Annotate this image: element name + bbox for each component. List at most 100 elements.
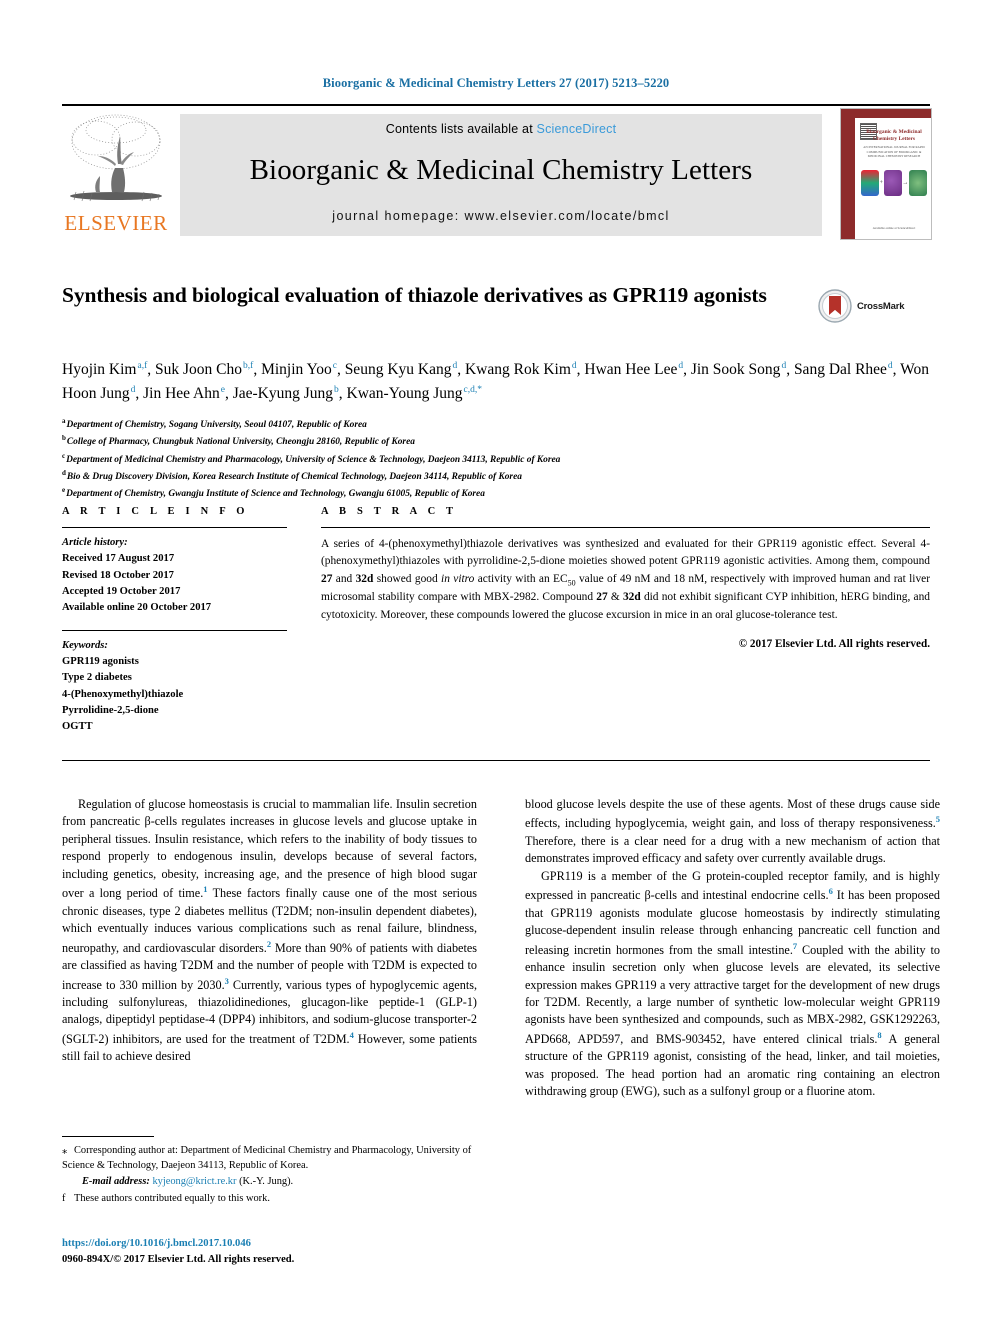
journal-article-page: Bioorganic & Medicinal Chemistry Letters… — [0, 0, 992, 1323]
email-owner: (K.-Y. Jung). — [239, 1176, 294, 1188]
body-paragraph: blood glucose levels despite the use of … — [525, 797, 940, 866]
crossmark-label: CrossMark — [857, 300, 905, 312]
footnote-rule — [62, 1136, 154, 1137]
crossmark-badge[interactable]: CrossMark — [818, 286, 930, 326]
article-history-block: Article history: Received 17 August 2017… — [62, 528, 287, 617]
author-name[interactable]: Minjin Yoo — [261, 361, 332, 378]
title-area: Synthesis and biological evaluation of t… — [62, 282, 930, 323]
cover-footer-text: Available online at ScienceDirect — [872, 225, 916, 230]
contents-prefix: Contents lists available at — [385, 122, 537, 136]
author-name[interactable]: Hyojin Kim — [62, 361, 137, 378]
affiliation-marker: b — [62, 434, 66, 443]
body-column-left: Regulation of glucose homeostasis is cru… — [62, 796, 477, 1101]
cover-art-plus-1: + — [879, 180, 884, 186]
cover-art-blob-middle — [883, 170, 902, 196]
keywords-block: Keywords: GPR119 agonists Type 2 diabetes… — [62, 631, 287, 736]
author-name[interactable]: Jae-Kyung Jung — [233, 385, 333, 402]
author-name[interactable]: Suk Joon Cho — [155, 361, 242, 378]
cover-art-blob-right — [908, 170, 927, 196]
body-column-right: blood glucose levels despite the use of … — [525, 796, 940, 1101]
sciencedirect-link[interactable]: ScienceDirect — [537, 122, 617, 136]
cover-subtitle: AN INTERNATIONAL JOURNAL FOR RAPID COMMU… — [863, 145, 925, 159]
affiliation-marker: c — [62, 451, 66, 460]
journal-cover-thumbnail[interactable]: Bioorganic & Medicinal Chemistry Letters… — [840, 108, 932, 240]
keyword-item: OGTT — [62, 721, 93, 733]
affiliation-item: bCollege of Pharmacy, Chungbuk National … — [62, 434, 415, 448]
article-history-item: Revised 18 October 2017 — [62, 569, 174, 581]
author-name[interactable]: Jin Sook Song — [691, 361, 781, 378]
affiliation-item: dBio & Drug Discovery Division, Korea Re… — [62, 469, 522, 483]
article-history-items: Received 17 August 2017 Revised 18 Octobe… — [62, 551, 287, 616]
author-affiliation-marker: a,f — [137, 360, 148, 371]
abstract-copyright: © 2017 Elsevier Ltd. All rights reserved… — [738, 638, 930, 651]
article-history-item: Accepted 19 October 2017 — [62, 585, 181, 597]
banner-grey-box: Contents lists available at ScienceDirec… — [180, 114, 822, 236]
affiliation-marker: d — [62, 469, 66, 478]
author-name[interactable]: Kwang Rok Kim — [465, 361, 571, 378]
keyword-item: 4-(Phenoxymethyl)thiazole — [62, 688, 184, 700]
affiliation-item: aDepartment of Chemistry, Sogang Univers… — [62, 417, 367, 431]
doi-block: https://doi.org/10.1016/j.bmcl.2017.10.0… — [62, 1236, 482, 1268]
page-title: Synthesis and biological evaluation of t… — [62, 283, 767, 307]
author-name[interactable]: Jin Hee Ahn — [143, 385, 220, 402]
body-paragraph: GPR119 is a member of the G protein-coup… — [525, 868, 940, 1099]
cover-art-plus-2: → — [902, 180, 909, 186]
corresponding-author-text: Corresponding author at: Department of M… — [62, 1145, 472, 1172]
corresponding-author-note: ⁎ Corresponding author at: Department of … — [62, 1143, 477, 1173]
author-affiliation-marker: c — [332, 360, 337, 371]
article-info-heading: A R T I C L E I N F O — [62, 506, 249, 517]
author-affiliation-marker: e — [220, 384, 225, 395]
cover-left-bar — [841, 109, 855, 239]
author-name[interactable]: Seung Kyu Kang — [345, 361, 452, 378]
body-columns: Regulation of glucose homeostasis is cru… — [62, 796, 940, 1101]
author-name[interactable]: Sang Dal Rhee — [794, 361, 887, 378]
cover-artwork: + → — [861, 167, 927, 199]
abstract-text: A series of 4-(phenoxymethyl)thiazole de… — [321, 538, 931, 621]
affiliation-item: cDepartment of Medicinal Chemistry and P… — [62, 451, 561, 465]
article-history-item: Received 17 August 2017 — [62, 553, 175, 565]
article-info-column: A R T I C L E I N F O Article history: R… — [62, 506, 287, 735]
author-affiliation-marker: d — [887, 360, 893, 371]
contents-lists-line: Contents lists available at ScienceDirec… — [386, 122, 617, 136]
affiliation-marker: a — [62, 417, 66, 425]
keywords-items: GPR119 agonists Type 2 diabetes 4-(Phenoxy… — [62, 654, 287, 736]
author-affiliation-marker: b,f — [243, 360, 254, 371]
doi-link[interactable]: https://doi.org/10.1016/j.bmcl.2017.10.0… — [62, 1236, 482, 1252]
article-history-label: Article history: — [62, 537, 128, 548]
author-affiliation-marker: d — [571, 360, 577, 371]
equal-contribution-symbol: f — [62, 1192, 66, 1204]
author-name[interactable]: Kwan-Young Jung — [347, 385, 463, 402]
cover-top-bar — [855, 109, 931, 118]
affiliation-marker: e — [62, 486, 66, 495]
cover-art-blob-left — [861, 170, 879, 196]
banner-top-rule — [62, 104, 930, 106]
author-affiliation-marker: d — [678, 360, 684, 371]
author-affiliation-marker: d — [452, 360, 458, 371]
author-name[interactable]: Hwan Hee Lee — [584, 361, 677, 378]
journal-homepage-line[interactable]: journal homepage: www.elsevier.com/locat… — [332, 209, 669, 223]
affiliation-item: eDepartment of Chemistry, Gwangju Instit… — [62, 486, 485, 500]
affiliation-list: aDepartment of Chemistry, Sogang Univers… — [62, 416, 942, 503]
abstract-column: A B S T R A C T A series of 4-(phenoxyme… — [321, 506, 930, 735]
author-affiliation-marker: b — [334, 384, 339, 395]
article-history-item: Available online 20 October 2017 — [62, 602, 212, 614]
journal-banner: ELSEVIER Contents lists available at Sci… — [62, 104, 932, 240]
author-affiliation-marker: c,d,* — [463, 384, 482, 395]
journal-title: Bioorganic & Medicinal Chemistry Letters — [249, 154, 753, 186]
info-abstract-section: A R T I C L E I N F O Article history: R… — [62, 506, 930, 735]
author-list: Hyojin Kima,f, Suk Joon Chob,f, Minjin Y… — [62, 360, 930, 403]
email-label: E-mail address: — [82, 1176, 150, 1188]
email-link[interactable]: kyjeong@krict.re.kr — [152, 1176, 236, 1187]
crossmark-icon — [818, 289, 852, 323]
footnote-block: ⁎ Corresponding author at: Department of … — [62, 1136, 477, 1207]
keywords-label: Keywords: — [62, 639, 108, 651]
abstract-heading: A B S T R A C T — [321, 506, 458, 517]
author-affiliation-marker: d — [130, 384, 136, 395]
author-affiliation-marker: d — [781, 360, 787, 371]
keyword-item: Pyrrolidine-2,5-dione — [62, 704, 159, 716]
abstract-bottom-rule — [62, 760, 930, 761]
keyword-item: Type 2 diabetes — [62, 672, 132, 684]
corresponding-author-symbol: ⁎ — [62, 1145, 68, 1156]
cover-journal-title: Bioorganic & Medicinal Chemistry Letters — [866, 129, 922, 143]
equal-contribution-note: f These authors contributed equally to th… — [62, 1191, 477, 1206]
